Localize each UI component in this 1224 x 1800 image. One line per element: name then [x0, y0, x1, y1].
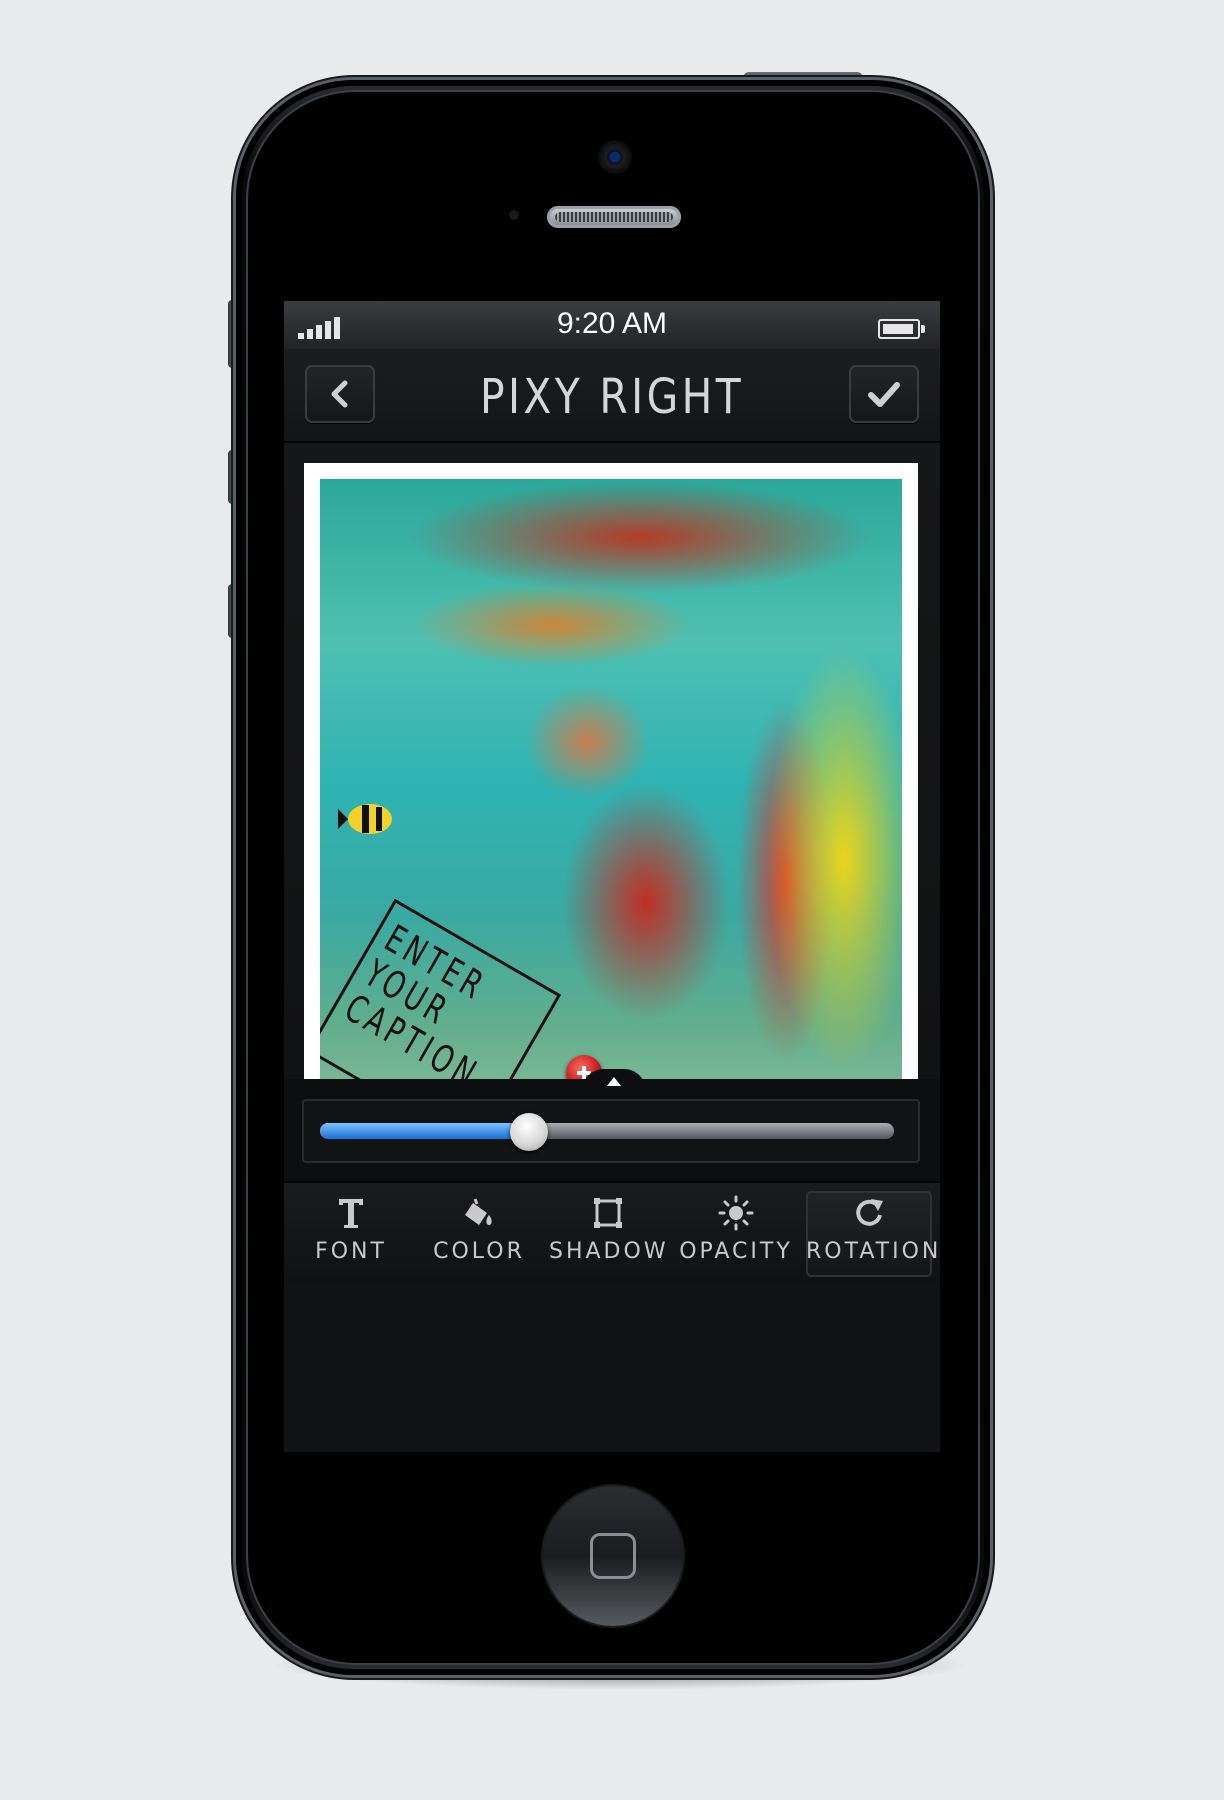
tool-color[interactable]: COLOR: [420, 1191, 538, 1277]
proximity-sensor: [509, 210, 519, 220]
app-screen: 9:20 AM PIXY RIGHT ENTER YOUR CAPTION FO…: [284, 301, 940, 1452]
slider-panel: [284, 1069, 940, 1181]
rotation-slider-track[interactable]: [320, 1113, 894, 1151]
nav-bar: PIXY RIGHT: [284, 349, 940, 443]
tool-shadow[interactable]: SHADOW: [549, 1191, 667, 1277]
text-icon: [339, 1199, 363, 1228]
status-bar: 9:20 AM: [284, 301, 940, 349]
status-time: 9:20 AM: [556, 307, 668, 340]
square-icon: [594, 1198, 622, 1228]
chevron-left-icon: [331, 380, 348, 408]
rotate-icon: [856, 1199, 883, 1226]
home-button[interactable]: [543, 1486, 683, 1626]
tool-opacity[interactable]: OPACITY: [677, 1191, 795, 1277]
paint-bucket-icon: [465, 1198, 492, 1225]
rotation-slider-fill: [320, 1123, 529, 1139]
tool-shadow-label: SHADOW: [549, 1239, 669, 1264]
sun-icon: [718, 1195, 754, 1231]
caption-text[interactable]: ENTER YOUR CAPTION: [330, 913, 503, 1097]
home-square-icon: [590, 1533, 636, 1579]
edit-toolbar: FONT COLOR SHADOW OPACITY ROTATION: [284, 1181, 940, 1283]
editor-canvas: ENTER YOUR CAPTION: [284, 443, 940, 1225]
rotation-slider-thumb[interactable]: [510, 1113, 548, 1151]
front-camera: [598, 140, 632, 174]
tool-color-label: COLOR: [433, 1239, 525, 1264]
fish-image: [338, 804, 392, 834]
confirm-button[interactable]: [849, 365, 919, 423]
tool-font-label: FONT: [315, 1239, 387, 1264]
checkmark-icon: [868, 382, 900, 407]
tool-rotation-label: ROTATION: [806, 1239, 940, 1264]
earpiece-speaker: [547, 206, 681, 228]
back-button[interactable]: [305, 365, 375, 423]
slider-well: [302, 1099, 920, 1163]
tool-rotation[interactable]: ROTATION: [806, 1191, 940, 1277]
collapse-tab[interactable]: [582, 1069, 646, 1091]
battery-icon: [878, 319, 925, 339]
tool-opacity-label: OPACITY: [679, 1239, 793, 1264]
tool-font[interactable]: FONT: [292, 1191, 410, 1277]
app-title: PIXY RIGHT: [479, 369, 745, 425]
